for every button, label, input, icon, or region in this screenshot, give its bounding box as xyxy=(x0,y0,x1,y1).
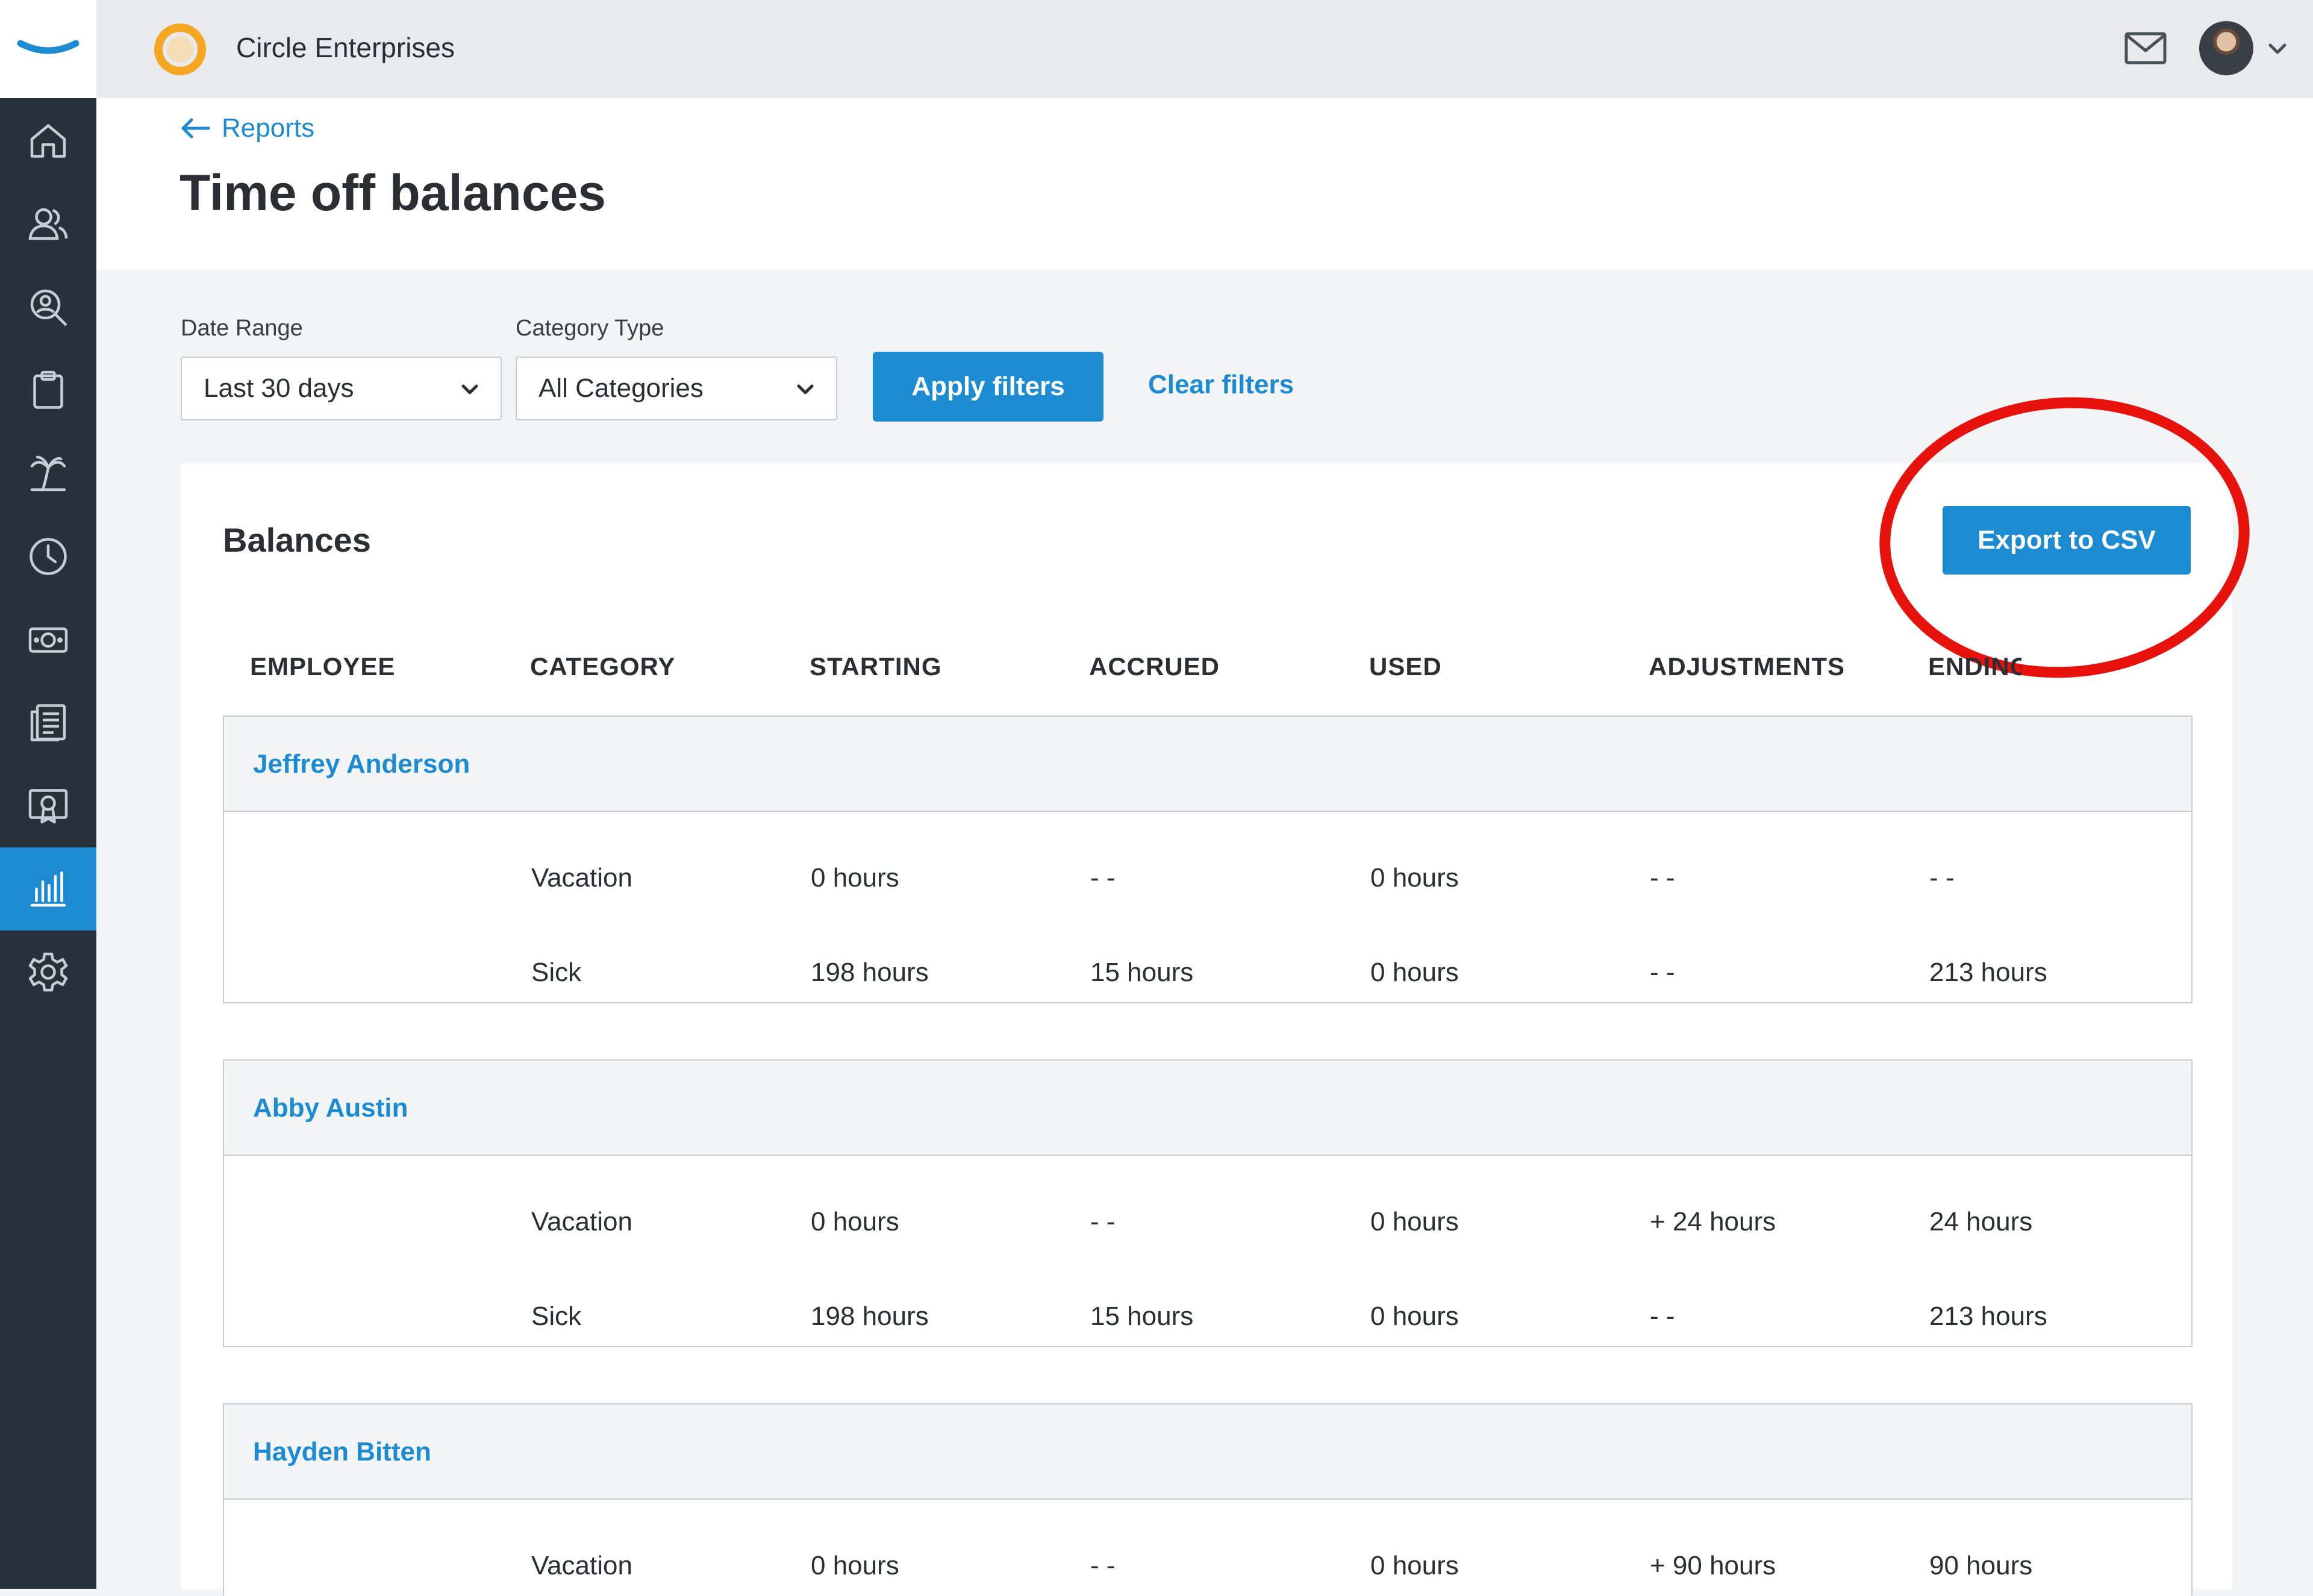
cell-ending: 24 hours xyxy=(1929,1207,2033,1236)
sidebar-item-time[interactable] xyxy=(0,515,96,598)
back-link-label: Reports xyxy=(222,113,315,143)
home-icon xyxy=(30,124,66,158)
clear-filters-button[interactable]: Clear filters xyxy=(1148,370,1294,400)
search-user-icon xyxy=(30,289,67,326)
cell-ending: - - xyxy=(1929,863,1955,893)
sidebar-item-documents[interactable] xyxy=(0,681,96,764)
column-header-starting: STARTING xyxy=(810,652,942,681)
sidebar-item-reports[interactable] xyxy=(0,847,96,930)
apply-filters-button[interactable]: Apply filters xyxy=(873,352,1103,422)
cell-starting: 0 hours xyxy=(811,1551,899,1580)
date-range-label: Date Range xyxy=(181,316,303,341)
cell-adjustments: + 90 hours xyxy=(1650,1551,1776,1580)
column-header-used: USED xyxy=(1369,652,1442,681)
employee-group-header: Hayden Bitten xyxy=(224,1404,2191,1500)
column-header-accrued: ACCRUED xyxy=(1089,652,1220,681)
cell-starting: 0 hours xyxy=(811,1207,899,1236)
clock-icon xyxy=(30,538,67,575)
cell-adjustments: - - xyxy=(1650,958,1675,987)
cell-ending: 213 hours xyxy=(1929,958,2047,987)
cell-accrued: 15 hours xyxy=(1090,1301,1194,1331)
sidebar-item-payroll[interactable] xyxy=(0,598,96,681)
clipboard-icon xyxy=(33,370,63,409)
chevron-down-icon[interactable] xyxy=(2266,37,2289,60)
cell-category: Vacation xyxy=(531,1207,632,1236)
sidebar-item-tasks[interactable] xyxy=(0,349,96,432)
page-title: Time off balances xyxy=(179,164,607,221)
cell-accrued: - - xyxy=(1090,1551,1116,1580)
cell-adjustments: - - xyxy=(1650,863,1675,893)
employee-name-link[interactable]: Abby Austin xyxy=(253,1093,408,1123)
employee-group-header: Abby Austin xyxy=(224,1061,2191,1156)
people-icon xyxy=(28,208,68,240)
export-to-csv-button[interactable]: Export to CSV xyxy=(1943,506,2191,575)
category-type-label: Category Type xyxy=(516,316,664,341)
sidebar-item-home[interactable] xyxy=(0,99,96,182)
employee-group: Jeffrey Anderson Vacation 0 hours - - 0 … xyxy=(223,715,2193,1003)
cell-adjustments: - - xyxy=(1650,1301,1675,1331)
sidebar-item-search-people[interactable] xyxy=(0,266,96,349)
documents-icon xyxy=(30,704,66,741)
column-header-adjustments: ADJUSTMENTS xyxy=(1649,652,1846,681)
sidebar-item-time-off[interactable] xyxy=(0,432,96,515)
chevron-down-icon xyxy=(797,384,814,394)
reports-icon xyxy=(30,871,66,907)
app-logo[interactable] xyxy=(0,0,96,98)
date-range-value: Last 30 days xyxy=(204,373,354,403)
mail-icon[interactable] xyxy=(2124,29,2167,67)
cell-ending: 213 hours xyxy=(1929,1301,2047,1331)
company-logo-icon xyxy=(154,23,206,75)
cell-starting: 198 hours xyxy=(811,958,929,987)
sidebar-item-people[interactable] xyxy=(0,182,96,266)
cell-adjustments: + 24 hours xyxy=(1650,1207,1776,1236)
palm-tree-icon xyxy=(30,455,66,491)
cell-used: 0 hours xyxy=(1370,1301,1459,1331)
column-header-category: CATEGORY xyxy=(530,652,676,681)
date-range-select[interactable]: Last 30 days xyxy=(181,357,502,420)
certificate-icon xyxy=(28,789,68,824)
gear-icon xyxy=(28,952,68,992)
cell-category: Sick xyxy=(531,1301,582,1331)
cell-starting: 0 hours xyxy=(811,863,899,893)
column-header-employee: EMPLOYEE xyxy=(250,652,396,681)
sidebar-item-settings[interactable] xyxy=(0,930,96,1014)
arrow-left-icon xyxy=(181,118,210,139)
category-type-value: All Categories xyxy=(538,373,704,403)
cell-used: 0 hours xyxy=(1370,863,1459,893)
cell-category: Sick xyxy=(531,958,582,987)
avatar[interactable] xyxy=(2199,21,2253,75)
employee-group: Hayden Bitten Vacation 0 hours - - 0 hou… xyxy=(223,1403,2193,1596)
cell-used: 0 hours xyxy=(1370,1207,1459,1236)
employee-group-header: Jeffrey Anderson xyxy=(224,717,2191,812)
back-to-reports-link[interactable]: Reports xyxy=(179,113,314,143)
employee-name-link[interactable]: Hayden Bitten xyxy=(253,1437,431,1467)
cell-category: Vacation xyxy=(531,863,632,893)
cell-ending: 90 hours xyxy=(1929,1551,2033,1580)
column-header-ending: ENDING xyxy=(1928,652,2021,681)
employee-name-link[interactable]: Jeffrey Anderson xyxy=(253,749,470,779)
app-logo-icon xyxy=(17,40,80,54)
cell-starting: 198 hours xyxy=(811,1301,929,1331)
balances-title: Balances xyxy=(223,521,371,559)
money-icon xyxy=(28,627,68,653)
cell-accrued: - - xyxy=(1090,863,1116,893)
cell-accrued: 15 hours xyxy=(1090,958,1194,987)
cell-accrued: - - xyxy=(1090,1207,1116,1236)
chevron-down-icon xyxy=(461,384,478,394)
employee-group: Abby Austin Vacation 0 hours - - 0 hours… xyxy=(223,1059,2193,1347)
company-name[interactable]: Circle Enterprises xyxy=(236,31,455,64)
cell-category: Vacation xyxy=(531,1551,632,1580)
cell-used: 0 hours xyxy=(1370,958,1459,987)
sidebar xyxy=(0,0,96,1589)
sidebar-item-training[interactable] xyxy=(0,764,96,847)
category-type-select[interactable]: All Categories xyxy=(516,357,837,420)
cell-used: 0 hours xyxy=(1370,1551,1459,1580)
